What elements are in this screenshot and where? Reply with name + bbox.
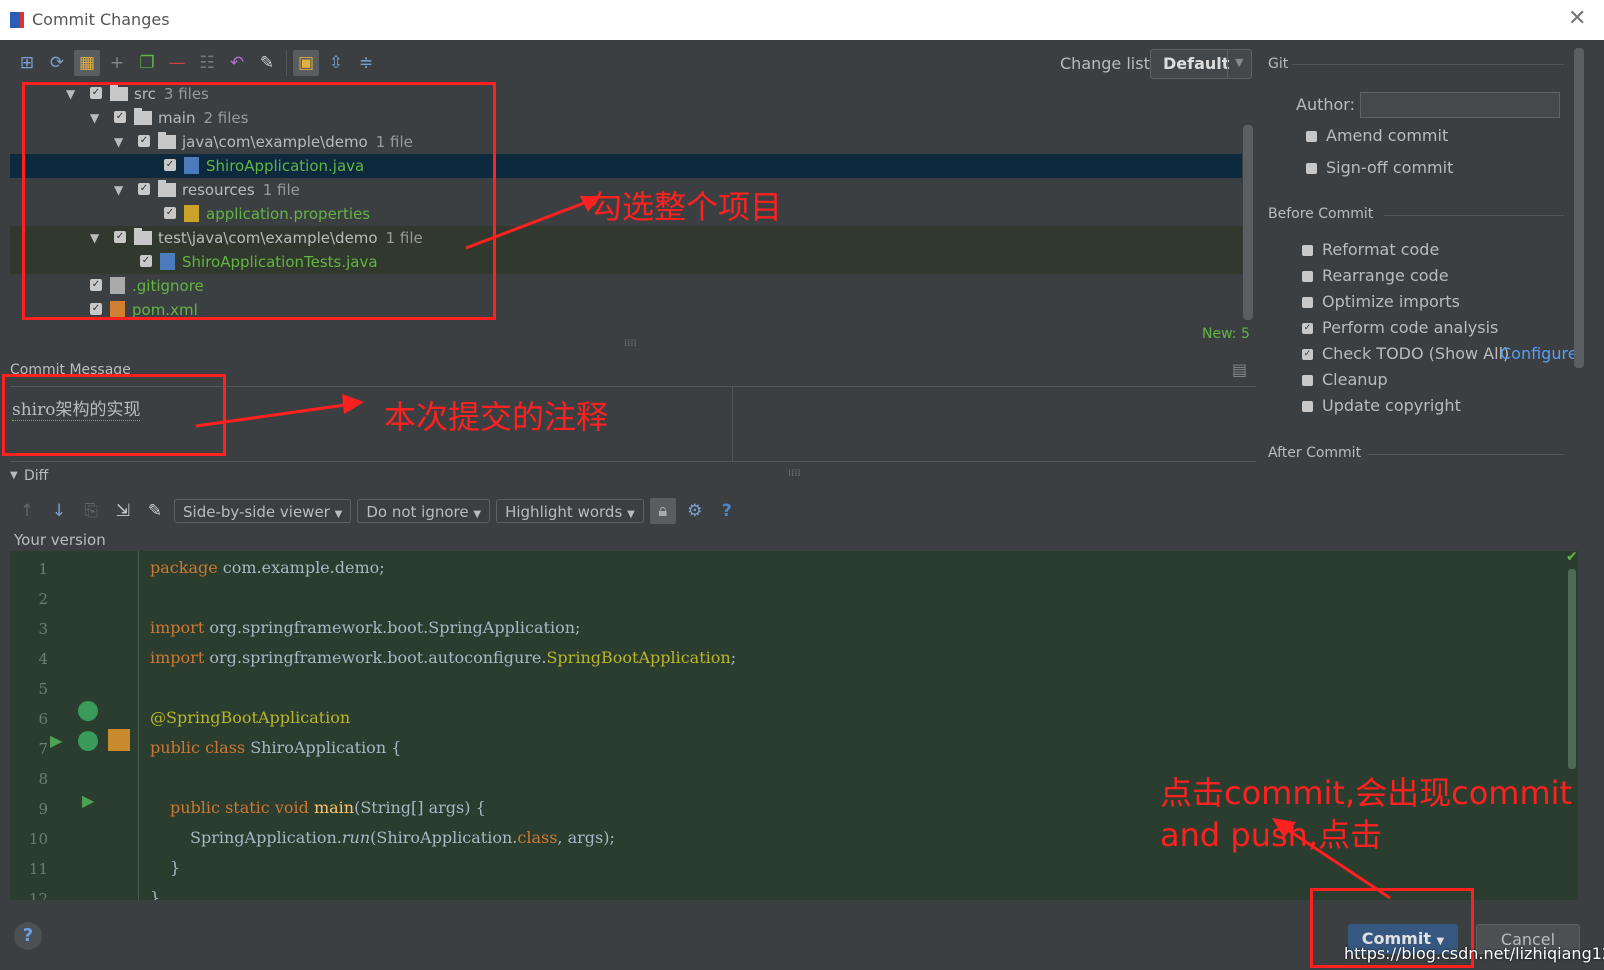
annotation-message: 本次提交的注释: [384, 398, 609, 436]
annotation-tree: 勾选整个项目: [590, 188, 783, 226]
annotation-arrowhead: [342, 394, 364, 414]
annotation-arrow: [465, 198, 593, 250]
annotation-box: [2, 374, 226, 456]
annotation-commit: 点击commit,会出现commit and push,点击: [1160, 774, 1573, 854]
help-button[interactable]: ?: [14, 922, 42, 950]
watermark: https://blog.csdn.net/lizhiqiang1217: [1344, 944, 1604, 963]
